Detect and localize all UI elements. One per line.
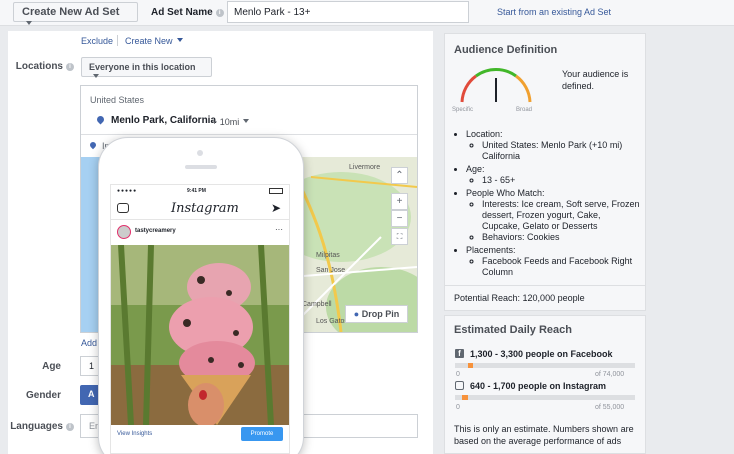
daily-reach-title: Estimated Daily Reach <box>454 324 572 336</box>
phone-screen: ●●●●● 9:41 PM Instagram ➤ tastycreamery … <box>110 184 290 454</box>
instagram-reach-bar <box>455 395 635 400</box>
create-new-adset-label: Create New Ad Set <box>22 6 120 18</box>
phone-camera <box>197 150 203 156</box>
town-label: Los Gatos <box>316 318 348 325</box>
town-label: San Jose <box>316 267 346 274</box>
divider <box>445 285 645 286</box>
city-label: Menlo Park, California <box>111 115 217 126</box>
audience-subitem: Behaviors: Cookies <box>482 232 640 243</box>
audience-details: Location: United States: Menlo Park (+10… <box>454 129 640 278</box>
audience-item-label: Location: <box>466 129 503 139</box>
gauge-specific-label: Specific <box>452 107 474 113</box>
facebook-reach: 1,300 - 3,300 people on Facebook <box>470 349 613 359</box>
instagram-icon <box>455 381 464 390</box>
chevron-down-icon <box>176 38 183 42</box>
fullscreen-icon[interactable]: ⛶ <box>391 228 408 245</box>
drop-pin-button[interactable]: ● Drop Pin <box>345 305 408 323</box>
create-new-adset-button[interactable]: Create New Ad Set <box>13 2 138 25</box>
audience-subitem: United States: Menlo Park (+10 mi) Calif… <box>482 140 640 162</box>
info-icon: i <box>66 63 74 71</box>
bar-min-label: 0 <box>456 371 460 378</box>
send-icon[interactable]: ➤ <box>271 201 281 215</box>
adset-name-input[interactable]: Menlo Park - 13+ <box>227 1 469 23</box>
divider <box>81 134 417 135</box>
exclude-link[interactable]: Exclude <box>81 36 113 46</box>
gauge-broad-label: Broad <box>516 107 533 113</box>
pin-icon: ● <box>353 309 360 319</box>
ice-cream-photo <box>111 245 289 425</box>
adset-name-text: Ad Set Name <box>151 7 213 18</box>
audience-subitem: Facebook Feeds and Facebook Right Column <box>482 256 640 278</box>
gender-label: Gender <box>25 390 61 401</box>
info-icon: i <box>66 423 74 431</box>
location-type-dropdown[interactable]: Everyone in this location <box>81 57 212 78</box>
chevron-down-icon <box>26 21 32 25</box>
country-label: United States <box>90 95 145 105</box>
view-insights-link[interactable]: View Insights <box>117 431 152 437</box>
bar-min-label: 0 <box>456 404 460 411</box>
signal-icon: ●●●●● <box>117 188 138 194</box>
add-locations-link[interactable]: Add <box>81 338 97 348</box>
post-image <box>111 245 289 425</box>
audience-title: Audience Definition <box>454 44 558 56</box>
divider <box>111 219 289 220</box>
drop-pin-label: Drop Pin <box>361 309 400 319</box>
existing-adset-link[interactable]: Start from an existing Ad Set <box>497 7 611 17</box>
zoom-out-button[interactable]: − <box>391 210 408 227</box>
audience-item-label: People Who Match: <box>466 188 545 198</box>
audience-item: Placements: Facebook Feeds and Facebook … <box>466 245 640 278</box>
age-label: Age <box>42 361 61 372</box>
chevron-up-icon[interactable]: ⌃ <box>391 167 408 184</box>
phone-speaker <box>185 165 217 169</box>
locations-label: Locations i <box>6 61 74 72</box>
facebook-total: of 74,000 <box>595 371 625 378</box>
create-new-link[interactable]: Create New <box>125 36 183 46</box>
facebook-reach-fill <box>467 363 473 368</box>
audience-item: Age: 13 - 65+ <box>466 164 640 186</box>
audience-subitem: Interests: Ice cream, Soft serve, Frozen… <box>482 199 640 232</box>
divider <box>117 35 118 46</box>
location-type-value: Everyone in this location <box>89 62 196 72</box>
chevron-down-icon <box>93 74 99 78</box>
audience-item-label: Age: <box>466 164 485 174</box>
potential-reach: Potential Reach: 120,000 people <box>454 293 585 303</box>
town-label: Campbell <box>302 301 332 308</box>
instagram-reach: 640 - 1,700 people on Instagram <box>470 381 607 391</box>
promote-button[interactable]: Promote <box>241 427 283 441</box>
audience-item-label: Placements: <box>466 245 516 255</box>
post-username[interactable]: tastycreamery <box>135 228 176 234</box>
facebook-icon: f <box>455 349 464 358</box>
battery-icon <box>269 188 283 194</box>
town-label: Livermore <box>349 164 381 171</box>
avatar[interactable] <box>117 225 131 239</box>
audience-item: People Who Match: Interests: Ice cream, … <box>466 188 640 243</box>
chevron-down-icon <box>243 119 250 123</box>
facebook-reach-bar <box>455 363 635 368</box>
camera-icon[interactable] <box>117 203 129 213</box>
create-new-text: Create New <box>125 36 173 46</box>
more-icon[interactable]: ··· <box>275 225 283 234</box>
radius-dropdown[interactable]: + 10mi <box>212 117 250 127</box>
audience-subitem: 13 - 65+ <box>482 175 640 186</box>
locations-label-text: Locations <box>15 61 63 72</box>
town-label: Milpitas <box>316 252 340 259</box>
zoom-in-button[interactable]: + <box>391 193 408 210</box>
instagram-reach-fill <box>462 395 468 400</box>
instagram-total: of 55,000 <box>595 404 625 411</box>
reach-note: This is only an estimate. Numbers shown … <box>454 424 634 446</box>
info-icon: i <box>215 9 224 17</box>
audience-item: Location: United States: Menlo Park (+10… <box>466 129 640 162</box>
languages-label-text: Languages <box>10 421 63 432</box>
audience-status: Your audience is defined. <box>562 69 629 91</box>
adset-name-label: Ad Set Name i <box>151 7 224 18</box>
languages-label: Languages i <box>6 421 74 432</box>
instagram-wordmark: Instagram <box>171 201 239 216</box>
audience-gauge <box>460 68 532 103</box>
radius-value: + 10mi <box>212 117 240 127</box>
phone-time: 9:41 PM <box>187 188 206 194</box>
